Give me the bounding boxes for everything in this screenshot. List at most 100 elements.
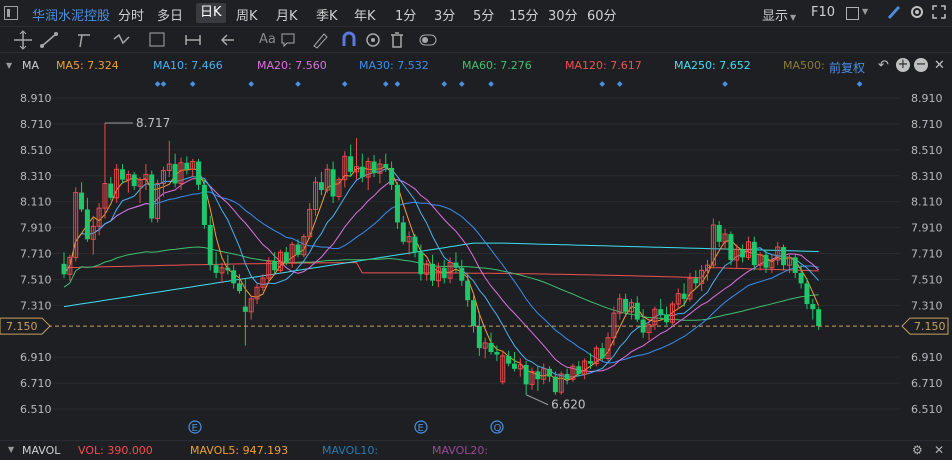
y-tick-left: 7.510 <box>20 273 52 286</box>
kline-chart[interactable]: 8.910 8.910 8.710 8.710 8.510 8.510 8.310 8.310… <box>0 78 952 436</box>
event-dot-marker[interactable] <box>189 81 196 87</box>
candle <box>406 231 412 255</box>
settings-icon[interactable]: ⚙ <box>912 443 923 457</box>
eye-icon[interactable] <box>366 33 380 47</box>
panel-toggle-icon[interactable] <box>4 6 18 20</box>
low-annotation: 6.620 <box>551 398 585 412</box>
candle <box>710 218 716 268</box>
f10-button[interactable]: F10 <box>811 5 835 20</box>
candle <box>213 252 219 279</box>
candle <box>424 259 430 281</box>
event-dot-marker[interactable] <box>154 81 161 87</box>
svg-text:E: E <box>192 423 198 434</box>
toggle-icon[interactable] <box>419 34 437 46</box>
period-tab-2[interactable]: 日K <box>196 3 226 23</box>
period-tab-5[interactable]: 季K <box>316 5 338 24</box>
svg-text:Q: Q <box>494 423 502 434</box>
ma-legend-item: MA120: 7.617 <box>565 59 642 72</box>
y-tick-left: 8.910 <box>20 92 52 105</box>
crosshair-icon[interactable] <box>14 30 32 50</box>
stock-name[interactable]: 华润水泥控股 <box>32 5 110 24</box>
event-marker-icon[interactable]: Q <box>490 420 504 434</box>
event-dot-marker[interactable] <box>382 81 389 87</box>
remove-indicator-icon[interactable]: − <box>914 58 928 72</box>
close-icon[interactable]: ✕ <box>934 58 945 73</box>
candle <box>79 182 85 213</box>
checkbox-square-icon[interactable] <box>846 7 859 20</box>
period-tab-4[interactable]: 月K <box>276 5 298 24</box>
collapse-triangle-icon[interactable]: ▼ <box>6 61 12 70</box>
pen-icon[interactable] <box>313 33 328 49</box>
magnet-icon[interactable] <box>342 31 356 46</box>
event-dot-marker[interactable] <box>722 81 728 87</box>
wave-tool-icon[interactable] <box>113 33 130 45</box>
candle <box>740 244 746 263</box>
svg-text:E: E <box>418 423 424 434</box>
period-tab-8[interactable]: 3分 <box>434 5 455 24</box>
period-tab-9[interactable]: 5分 <box>473 5 494 24</box>
candle <box>465 272 471 307</box>
adjust-mode[interactable]: 前复权 <box>829 59 865 76</box>
ma60-line <box>63 246 819 321</box>
period-tab-3[interactable]: 周K <box>236 5 258 24</box>
y-tick-left: 7.710 <box>20 248 52 261</box>
event-marker-icon[interactable]: E <box>188 420 202 434</box>
candle <box>242 278 248 346</box>
note-tool-icon[interactable] <box>281 33 295 48</box>
candle <box>798 265 804 289</box>
pen-draw-icon[interactable] <box>885 4 901 23</box>
candle <box>90 215 96 255</box>
period-tab-7[interactable]: 1分 <box>395 5 416 24</box>
candle <box>547 366 553 382</box>
settings-gear-icon[interactable] <box>909 4 925 23</box>
y-tick-left: 7.910 <box>20 222 52 235</box>
candle <box>155 179 161 223</box>
period-tab-6[interactable]: 年K <box>354 5 376 24</box>
add-indicator-icon[interactable]: + <box>896 58 910 72</box>
trash-icon[interactable] <box>391 32 403 48</box>
event-dot-marker[interactable] <box>160 81 167 87</box>
candle <box>219 262 225 284</box>
ma-legend-item: MA500: <box>783 59 825 72</box>
y-tick-right: 8.910 <box>911 92 943 105</box>
candle <box>523 361 529 395</box>
period-tab-11[interactable]: 30分 <box>548 5 578 24</box>
candle <box>248 296 254 320</box>
period-tab-12[interactable]: 60分 <box>587 5 617 24</box>
candle <box>705 259 710 281</box>
event-dot-marker[interactable] <box>488 81 494 87</box>
candle <box>149 170 155 223</box>
event-dot-marker[interactable] <box>341 81 348 87</box>
close-icon[interactable]: ✕ <box>934 443 944 457</box>
event-marker-icon[interactable]: E <box>414 420 428 434</box>
event-dot-marker[interactable] <box>441 81 448 87</box>
event-dot-marker[interactable] <box>458 81 465 87</box>
display-menu[interactable]: 显示 ▼ <box>762 5 796 24</box>
period-tab-0[interactable]: 分时 <box>118 5 144 24</box>
ma-legend-bar: ▼ MA MA5: 7.324 MA10: 7.466 MA20: 7.560 MA3… <box>0 54 952 78</box>
candle <box>418 244 424 281</box>
collapse-triangle-icon[interactable]: ▼ <box>8 445 14 454</box>
line-tool-icon[interactable] <box>40 32 58 48</box>
event-dot-marker[interactable] <box>599 81 606 87</box>
ma-legend-item: MA30: 7.532 <box>359 59 429 72</box>
event-dot-marker[interactable] <box>394 81 401 87</box>
arrow-tool-icon[interactable] <box>220 34 234 46</box>
interval-tool-icon[interactable] <box>185 35 201 45</box>
measure-tool-icon[interactable] <box>149 32 165 47</box>
current-price-label: 7.150 <box>6 320 38 333</box>
period-tab-1[interactable]: 多日 <box>157 5 183 24</box>
chevron-down-icon[interactable]: ▼ <box>862 7 868 16</box>
text-tool-label[interactable]: Aa <box>259 32 276 47</box>
event-dot-marker[interactable] <box>248 81 255 87</box>
event-dot-marker[interactable] <box>856 81 863 87</box>
fullscreen-icon[interactable] <box>931 4 947 23</box>
event-dot-marker[interactable] <box>295 81 301 87</box>
candle <box>389 161 395 191</box>
candle <box>73 187 79 262</box>
undo-icon[interactable]: ↶ <box>878 58 889 73</box>
candle <box>506 350 512 367</box>
channel-tool-icon[interactable] <box>78 34 90 48</box>
period-tab-10[interactable]: 15分 <box>509 5 539 24</box>
event-dot-marker[interactable] <box>616 81 623 87</box>
